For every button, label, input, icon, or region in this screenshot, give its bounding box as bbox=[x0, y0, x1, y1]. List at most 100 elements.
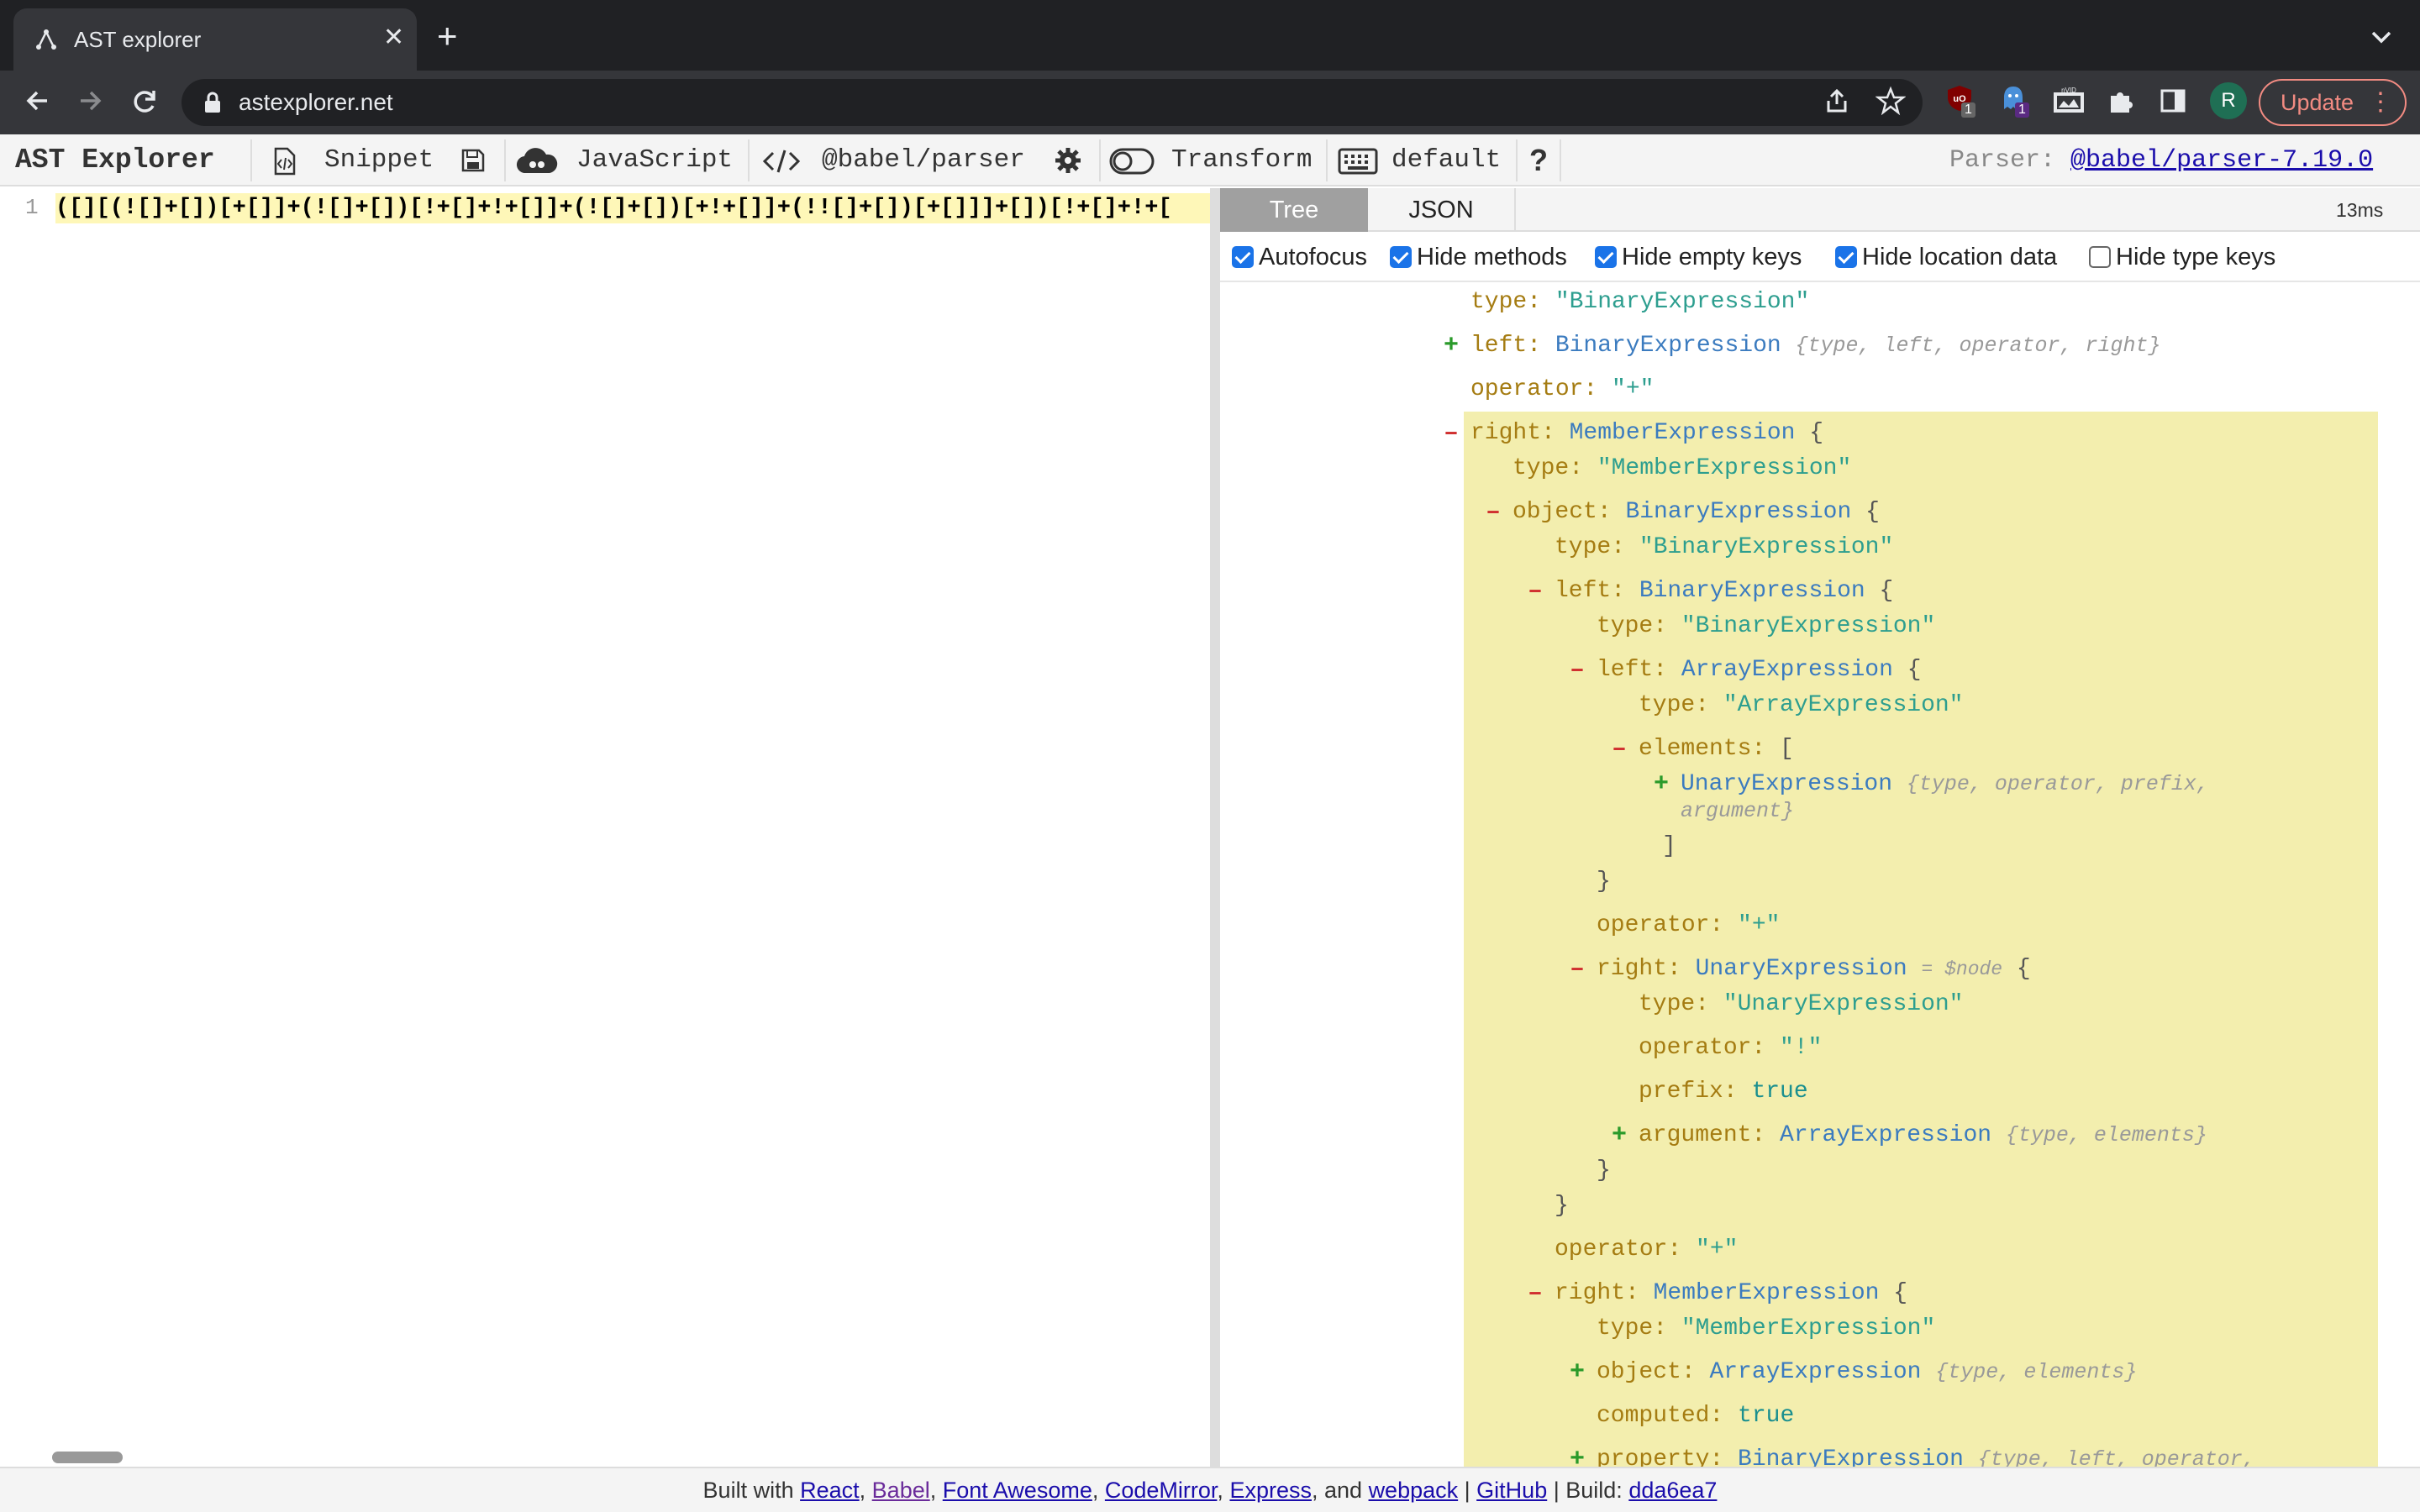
collapse-toggle[interactable]: – bbox=[1528, 577, 1543, 606]
update-button-label: Update bbox=[2281, 90, 2354, 115]
toolbar-divider bbox=[504, 139, 506, 181]
ghostery-extension-icon[interactable]: 1 bbox=[2000, 84, 2032, 118]
codemirror-link[interactable]: CodeMirror bbox=[1105, 1478, 1218, 1503]
collapse-toggle[interactable]: – bbox=[1570, 955, 1585, 984]
snippet-label: Snippet bbox=[324, 145, 434, 175]
tree-property: type: "BinaryExpression" bbox=[1470, 289, 1810, 315]
help-button[interactable]: ? bbox=[1529, 134, 1548, 186]
file-code-icon bbox=[274, 147, 296, 176]
more-menu-icon[interactable]: ⋮ bbox=[2368, 81, 2393, 124]
language-label: JavaScript bbox=[576, 145, 734, 175]
option-label: Hide empty keys bbox=[1622, 244, 1802, 270]
tree-node-fields: argument} bbox=[1681, 799, 1795, 823]
chevron-down-icon[interactable] bbox=[2366, 22, 2396, 52]
express-link[interactable]: Express bbox=[1229, 1478, 1312, 1503]
checkbox-autofocus[interactable] bbox=[1232, 246, 1254, 268]
tree-property: prefix: true bbox=[1639, 1079, 1808, 1105]
option-label: Hide methods bbox=[1417, 244, 1567, 270]
tree-node[interactable]: argument: ArrayExpression {type, element… bbox=[1639, 1121, 2207, 1150]
expand-toggle[interactable]: + bbox=[1570, 1358, 1585, 1387]
tree-node[interactable]: UnaryExpression {type, operator, prefix, bbox=[1681, 770, 2209, 799]
nvidia-extension-icon[interactable]: nVID bbox=[2052, 86, 2086, 116]
back-arrow-icon[interactable] bbox=[17, 81, 57, 121]
footer-text: | Build: bbox=[1553, 1478, 1623, 1503]
option-label: Hide location data bbox=[1862, 244, 2058, 270]
tab-tree[interactable]: Tree bbox=[1220, 188, 1368, 232]
option-hide-location-data[interactable]: Hide location data bbox=[1835, 240, 2057, 274]
astexplorer-favicon-icon bbox=[36, 29, 56, 50]
transform-label: Transform bbox=[1171, 145, 1313, 175]
tree-node[interactable]: left: ArrayExpression { bbox=[1597, 656, 1922, 685]
expand-toggle[interactable]: + bbox=[1612, 1121, 1627, 1150]
address-bar[interactable]: astexplorer.net bbox=[182, 79, 1923, 126]
option-hide-methods[interactable]: Hide methods bbox=[1390, 240, 1567, 274]
pane-splitter[interactable] bbox=[1210, 188, 1220, 1467]
tree-node[interactable]: left: BinaryExpression { bbox=[1555, 577, 1893, 606]
tree-property: type: "UnaryExpression" bbox=[1639, 991, 1964, 1017]
expand-toggle[interactable]: + bbox=[1444, 332, 1459, 360]
option-autofocus[interactable]: Autofocus bbox=[1232, 240, 1367, 274]
parse-time: 13ms bbox=[2336, 199, 2384, 221]
option-hide-type-keys[interactable]: Hide type keys bbox=[2089, 240, 2275, 274]
react-link[interactable]: React bbox=[800, 1478, 860, 1503]
toolbar-divider bbox=[1560, 139, 1561, 181]
tree-node[interactable]: elements: [ bbox=[1639, 735, 1794, 764]
keyboard-icon bbox=[1338, 148, 1378, 175]
save-icon[interactable] bbox=[460, 148, 486, 173]
lock-icon[interactable] bbox=[203, 91, 222, 114]
build-hash-link[interactable]: dda6ea7 bbox=[1628, 1478, 1717, 1503]
collapse-toggle[interactable]: – bbox=[1570, 656, 1585, 685]
tree-node[interactable]: object: BinaryExpression { bbox=[1512, 498, 1880, 527]
browser-tab[interactable]: AST explorer ✕ bbox=[13, 8, 417, 71]
tree-brace: } bbox=[1597, 1158, 1611, 1184]
reload-icon[interactable] bbox=[124, 81, 165, 121]
extensions-puzzle-icon[interactable] bbox=[2106, 86, 2136, 116]
tree-node[interactable]: right: MemberExpression { bbox=[1555, 1279, 1907, 1308]
update-button[interactable]: Update ⋮ bbox=[2259, 79, 2407, 126]
checkbox-hide-location-data[interactable] bbox=[1835, 246, 1857, 268]
babel-link[interactable]: Babel bbox=[872, 1478, 930, 1503]
tree-brace: } bbox=[1555, 1193, 1569, 1219]
tree-node[interactable]: object: ArrayExpression {type, elements} bbox=[1597, 1358, 2137, 1387]
close-tab-icon[interactable]: ✕ bbox=[383, 24, 404, 52]
toggle-off-icon bbox=[1109, 148, 1155, 175]
code-line[interactable]: ([][(![]+[])[+[]]+(![]+[])[!+[]+!+[]]+(!… bbox=[55, 193, 1210, 223]
tree-node[interactable]: right: UnaryExpression = $node { bbox=[1597, 955, 2031, 984]
tree-node[interactable]: left: BinaryExpression {type, left, oper… bbox=[1470, 332, 2161, 360]
tree-node[interactable]: right: MemberExpression { bbox=[1470, 419, 1823, 448]
forward-arrow-icon[interactable] bbox=[71, 81, 111, 121]
collapse-toggle[interactable]: – bbox=[1486, 498, 1501, 527]
option-label: Autofocus bbox=[1259, 244, 1367, 270]
horizontal-scrollbar[interactable] bbox=[52, 1452, 123, 1463]
checkbox-hide-methods[interactable] bbox=[1390, 246, 1412, 268]
new-tab-icon[interactable]: + bbox=[437, 18, 458, 54]
keymap-label: default bbox=[1392, 145, 1502, 175]
app-title: AST Explorer bbox=[15, 144, 215, 176]
parser-info-label: Parser: bbox=[1949, 146, 2056, 175]
parser-version-link[interactable]: @babel/parser-7.19.0 bbox=[2070, 146, 2373, 175]
expand-toggle[interactable]: + bbox=[1654, 770, 1669, 799]
collapse-toggle[interactable]: – bbox=[1444, 419, 1459, 448]
github-link[interactable]: GitHub bbox=[1476, 1478, 1547, 1503]
toolbar-divider bbox=[748, 139, 750, 181]
code-editor[interactable] bbox=[0, 188, 1210, 1467]
profile-avatar[interactable]: R bbox=[2210, 82, 2247, 119]
checkbox-hide-type-keys[interactable] bbox=[2089, 246, 2111, 268]
code-icon bbox=[762, 150, 801, 173]
extension-badge: 1 bbox=[1961, 102, 1975, 118]
option-label: Hide type keys bbox=[2116, 244, 2276, 270]
font-awesome-link[interactable]: Font Awesome bbox=[943, 1478, 1092, 1503]
ublock-extension-icon[interactable]: uO 1 bbox=[1946, 84, 1978, 118]
side-panel-icon[interactable] bbox=[2158, 86, 2188, 116]
collapse-toggle[interactable]: – bbox=[1528, 1279, 1543, 1308]
webpack-link[interactable]: webpack bbox=[1369, 1478, 1459, 1503]
tree-property: type: "MemberExpression" bbox=[1512, 455, 1852, 481]
bookmark-star-icon[interactable] bbox=[1876, 86, 1906, 116]
share-icon[interactable] bbox=[1822, 86, 1852, 116]
tab-json[interactable]: JSON bbox=[1368, 188, 1516, 232]
collapse-toggle[interactable]: – bbox=[1612, 735, 1627, 764]
tree-property: type: "ArrayExpression" bbox=[1639, 692, 1964, 718]
gear-icon[interactable] bbox=[1054, 146, 1082, 175]
option-hide-empty-keys[interactable]: Hide empty keys bbox=[1595, 240, 1802, 274]
checkbox-hide-empty-keys[interactable] bbox=[1595, 246, 1617, 268]
